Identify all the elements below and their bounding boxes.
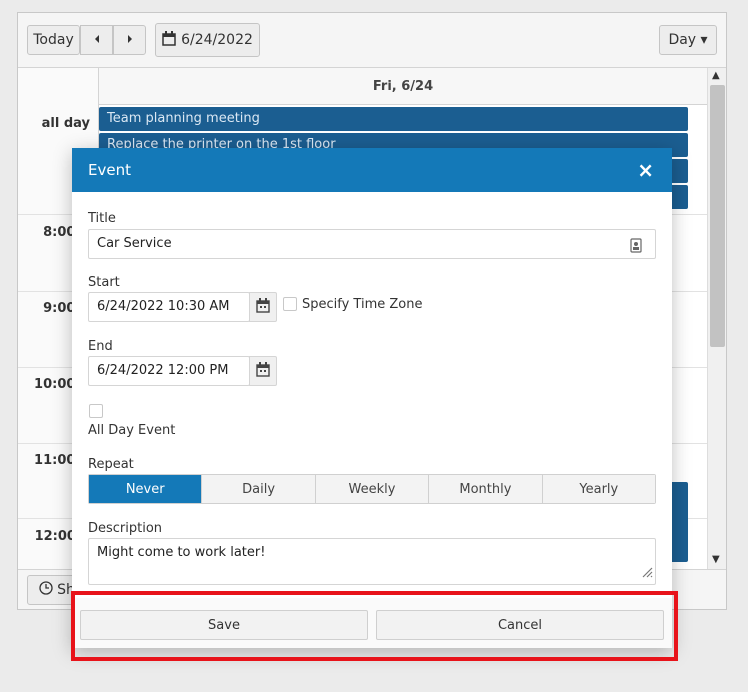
end-picker-button[interactable] bbox=[249, 356, 277, 386]
repeat-never-option[interactable]: Never bbox=[89, 475, 203, 503]
today-label: Today bbox=[33, 32, 74, 48]
all-day-checkbox[interactable] bbox=[89, 404, 103, 418]
scheduler-toolbar: Today 6/24/2022 Day ▾ bbox=[18, 13, 726, 67]
cancel-label: Cancel bbox=[497, 617, 543, 633]
scroll-up-icon[interactable]: ▲ bbox=[712, 70, 720, 81]
event-dialog: Event × Title Car Service Start 6/24/202… bbox=[72, 148, 672, 648]
title-value: Car Service bbox=[97, 236, 172, 251]
calendar-icon bbox=[162, 30, 176, 50]
next-button[interactable] bbox=[113, 25, 146, 55]
dialog-header: Event × bbox=[72, 148, 672, 192]
clock-icon bbox=[39, 581, 53, 599]
timezone-label: Specify Time Zone bbox=[302, 297, 423, 312]
calendar-icon bbox=[256, 361, 270, 381]
date-label: 6/24/2022 bbox=[181, 32, 253, 48]
start-value: 6/24/2022 10:30 AM bbox=[97, 299, 230, 314]
repeat-label: Repeat bbox=[88, 457, 134, 472]
all-day-label: all day bbox=[41, 116, 90, 131]
vertical-scrollbar[interactable]: ▲ ▼ bbox=[707, 68, 726, 570]
prev-button[interactable] bbox=[80, 25, 113, 55]
repeat-segmented-control: Never Daily Weekly Monthly Yearly bbox=[88, 474, 656, 504]
description-label: Description bbox=[88, 521, 163, 536]
title-input[interactable]: Car Service bbox=[88, 229, 656, 259]
view-select[interactable]: Day ▾ bbox=[659, 25, 717, 55]
repeat-weekly-option[interactable]: Weekly bbox=[315, 475, 430, 503]
description-textarea[interactable]: Might come to work later! bbox=[88, 538, 656, 585]
save-label: Save bbox=[208, 617, 240, 633]
contact-card-icon bbox=[630, 236, 642, 264]
calendar-icon bbox=[256, 297, 270, 317]
end-label: End bbox=[88, 339, 113, 354]
date-picker-button[interactable]: 6/24/2022 bbox=[155, 23, 260, 57]
prev-icon bbox=[93, 32, 101, 48]
dialog-title: Event bbox=[88, 161, 131, 179]
today-button[interactable]: Today bbox=[27, 25, 80, 55]
cancel-button[interactable]: Cancel bbox=[376, 610, 664, 640]
start-datetime-input[interactable]: 6/24/2022 10:30 AM bbox=[88, 292, 250, 322]
repeat-yearly-option[interactable]: Yearly bbox=[542, 475, 656, 503]
end-value: 6/24/2022 12:00 PM bbox=[97, 363, 229, 378]
start-picker-button[interactable] bbox=[249, 292, 277, 322]
next-icon bbox=[126, 32, 134, 48]
all-day-label: All Day Event bbox=[88, 423, 176, 438]
repeat-monthly-option[interactable]: Monthly bbox=[429, 475, 543, 503]
description-value: Might come to work later! bbox=[97, 545, 266, 560]
save-button[interactable]: Save bbox=[80, 610, 368, 640]
dialog-footer: Save Cancel bbox=[72, 598, 672, 648]
start-label: Start bbox=[88, 275, 120, 290]
event-team-planning[interactable]: Team planning meeting bbox=[99, 107, 688, 131]
resize-grip-icon[interactable] bbox=[641, 566, 653, 582]
scroll-down-icon[interactable]: ▼ bbox=[712, 554, 720, 565]
end-datetime-input[interactable]: 6/24/2022 12:00 PM bbox=[88, 356, 250, 386]
day-header: Fri, 6/24 bbox=[99, 68, 707, 105]
scroll-thumb[interactable] bbox=[710, 85, 725, 347]
title-label: Title bbox=[88, 211, 116, 226]
close-icon[interactable]: × bbox=[637, 158, 654, 182]
repeat-daily-option[interactable]: Daily bbox=[202, 475, 316, 503]
view-label: Day ▾ bbox=[668, 32, 708, 48]
timezone-checkbox[interactable] bbox=[283, 297, 297, 311]
